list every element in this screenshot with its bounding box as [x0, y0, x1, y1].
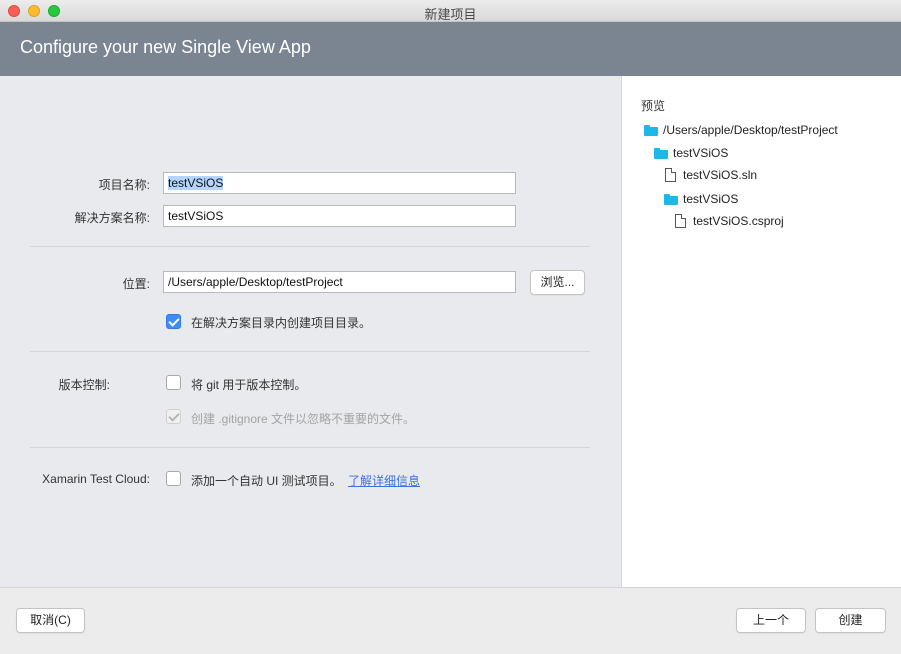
tree-item-label: testVSiOS.sln [683, 168, 758, 182]
test-cloud-label: Xamarin Test Cloud: [42, 472, 150, 486]
use-git-checkbox[interactable] [166, 375, 181, 390]
divider [30, 447, 590, 448]
tree-item-label: testVSiOS.csproj [693, 214, 784, 228]
back-button[interactable]: 上一个 [736, 608, 806, 633]
location-input[interactable]: /Users/apple/Desktop/testProject [163, 271, 516, 293]
file-icon [665, 168, 676, 182]
cancel-button[interactable]: 取消(C) [16, 608, 85, 633]
solution-name-label: 解决方案名称: [74, 211, 150, 225]
create-project-dir-checkbox[interactable] [166, 314, 181, 329]
folder-icon [644, 125, 658, 136]
folder-icon [664, 194, 678, 205]
tree-item-label: testVSiOS [673, 146, 729, 160]
divider [30, 351, 590, 352]
gitignore-label: 创建 .gitignore 文件以忽略不重要的文件。 [191, 412, 416, 426]
dialog-header-title: Configure your new Single View App [20, 37, 311, 57]
title-bar: 新建项目 [0, 0, 901, 22]
project-name-value: testVSiOS [168, 176, 224, 190]
solution-name-input[interactable]: testVSiOS [163, 205, 516, 227]
create-project-dir-label: 在解决方案目录内创建项目目录。 [191, 316, 372, 330]
preview-title: 预览 [641, 99, 666, 113]
learn-more-link[interactable]: 了解详细信息 [348, 472, 420, 489]
gitignore-checkbox [166, 409, 181, 424]
dialog-header: Configure your new Single View App [0, 22, 901, 76]
location-label: 位置: [122, 277, 150, 291]
folder-icon [654, 148, 668, 159]
project-name-input[interactable]: testVSiOS [163, 172, 516, 194]
project-name-label: 项目名称: [98, 178, 150, 192]
ui-test-checkbox[interactable] [166, 471, 181, 486]
ui-test-label: 添加一个自动 UI 测试项目。 [191, 474, 342, 488]
new-project-window: 新建项目 Configure your new Single View App … [0, 0, 901, 654]
create-button[interactable]: 创建 [815, 608, 886, 633]
tree-item-label: /Users/apple/Desktop/testProject [663, 123, 838, 137]
use-git-label: 将 git 用于版本控制。 [191, 378, 307, 392]
browse-button[interactable]: 浏览... [530, 270, 585, 295]
divider [30, 246, 590, 247]
version-control-label: 版本控制: [58, 378, 110, 392]
tree-item-label: testVSiOS [683, 192, 739, 206]
form-area [0, 76, 621, 587]
file-icon [675, 214, 686, 228]
window-title: 新建项目 [424, 7, 477, 22]
dialog-footer: 取消(C) 上一个 创建 [0, 587, 901, 654]
